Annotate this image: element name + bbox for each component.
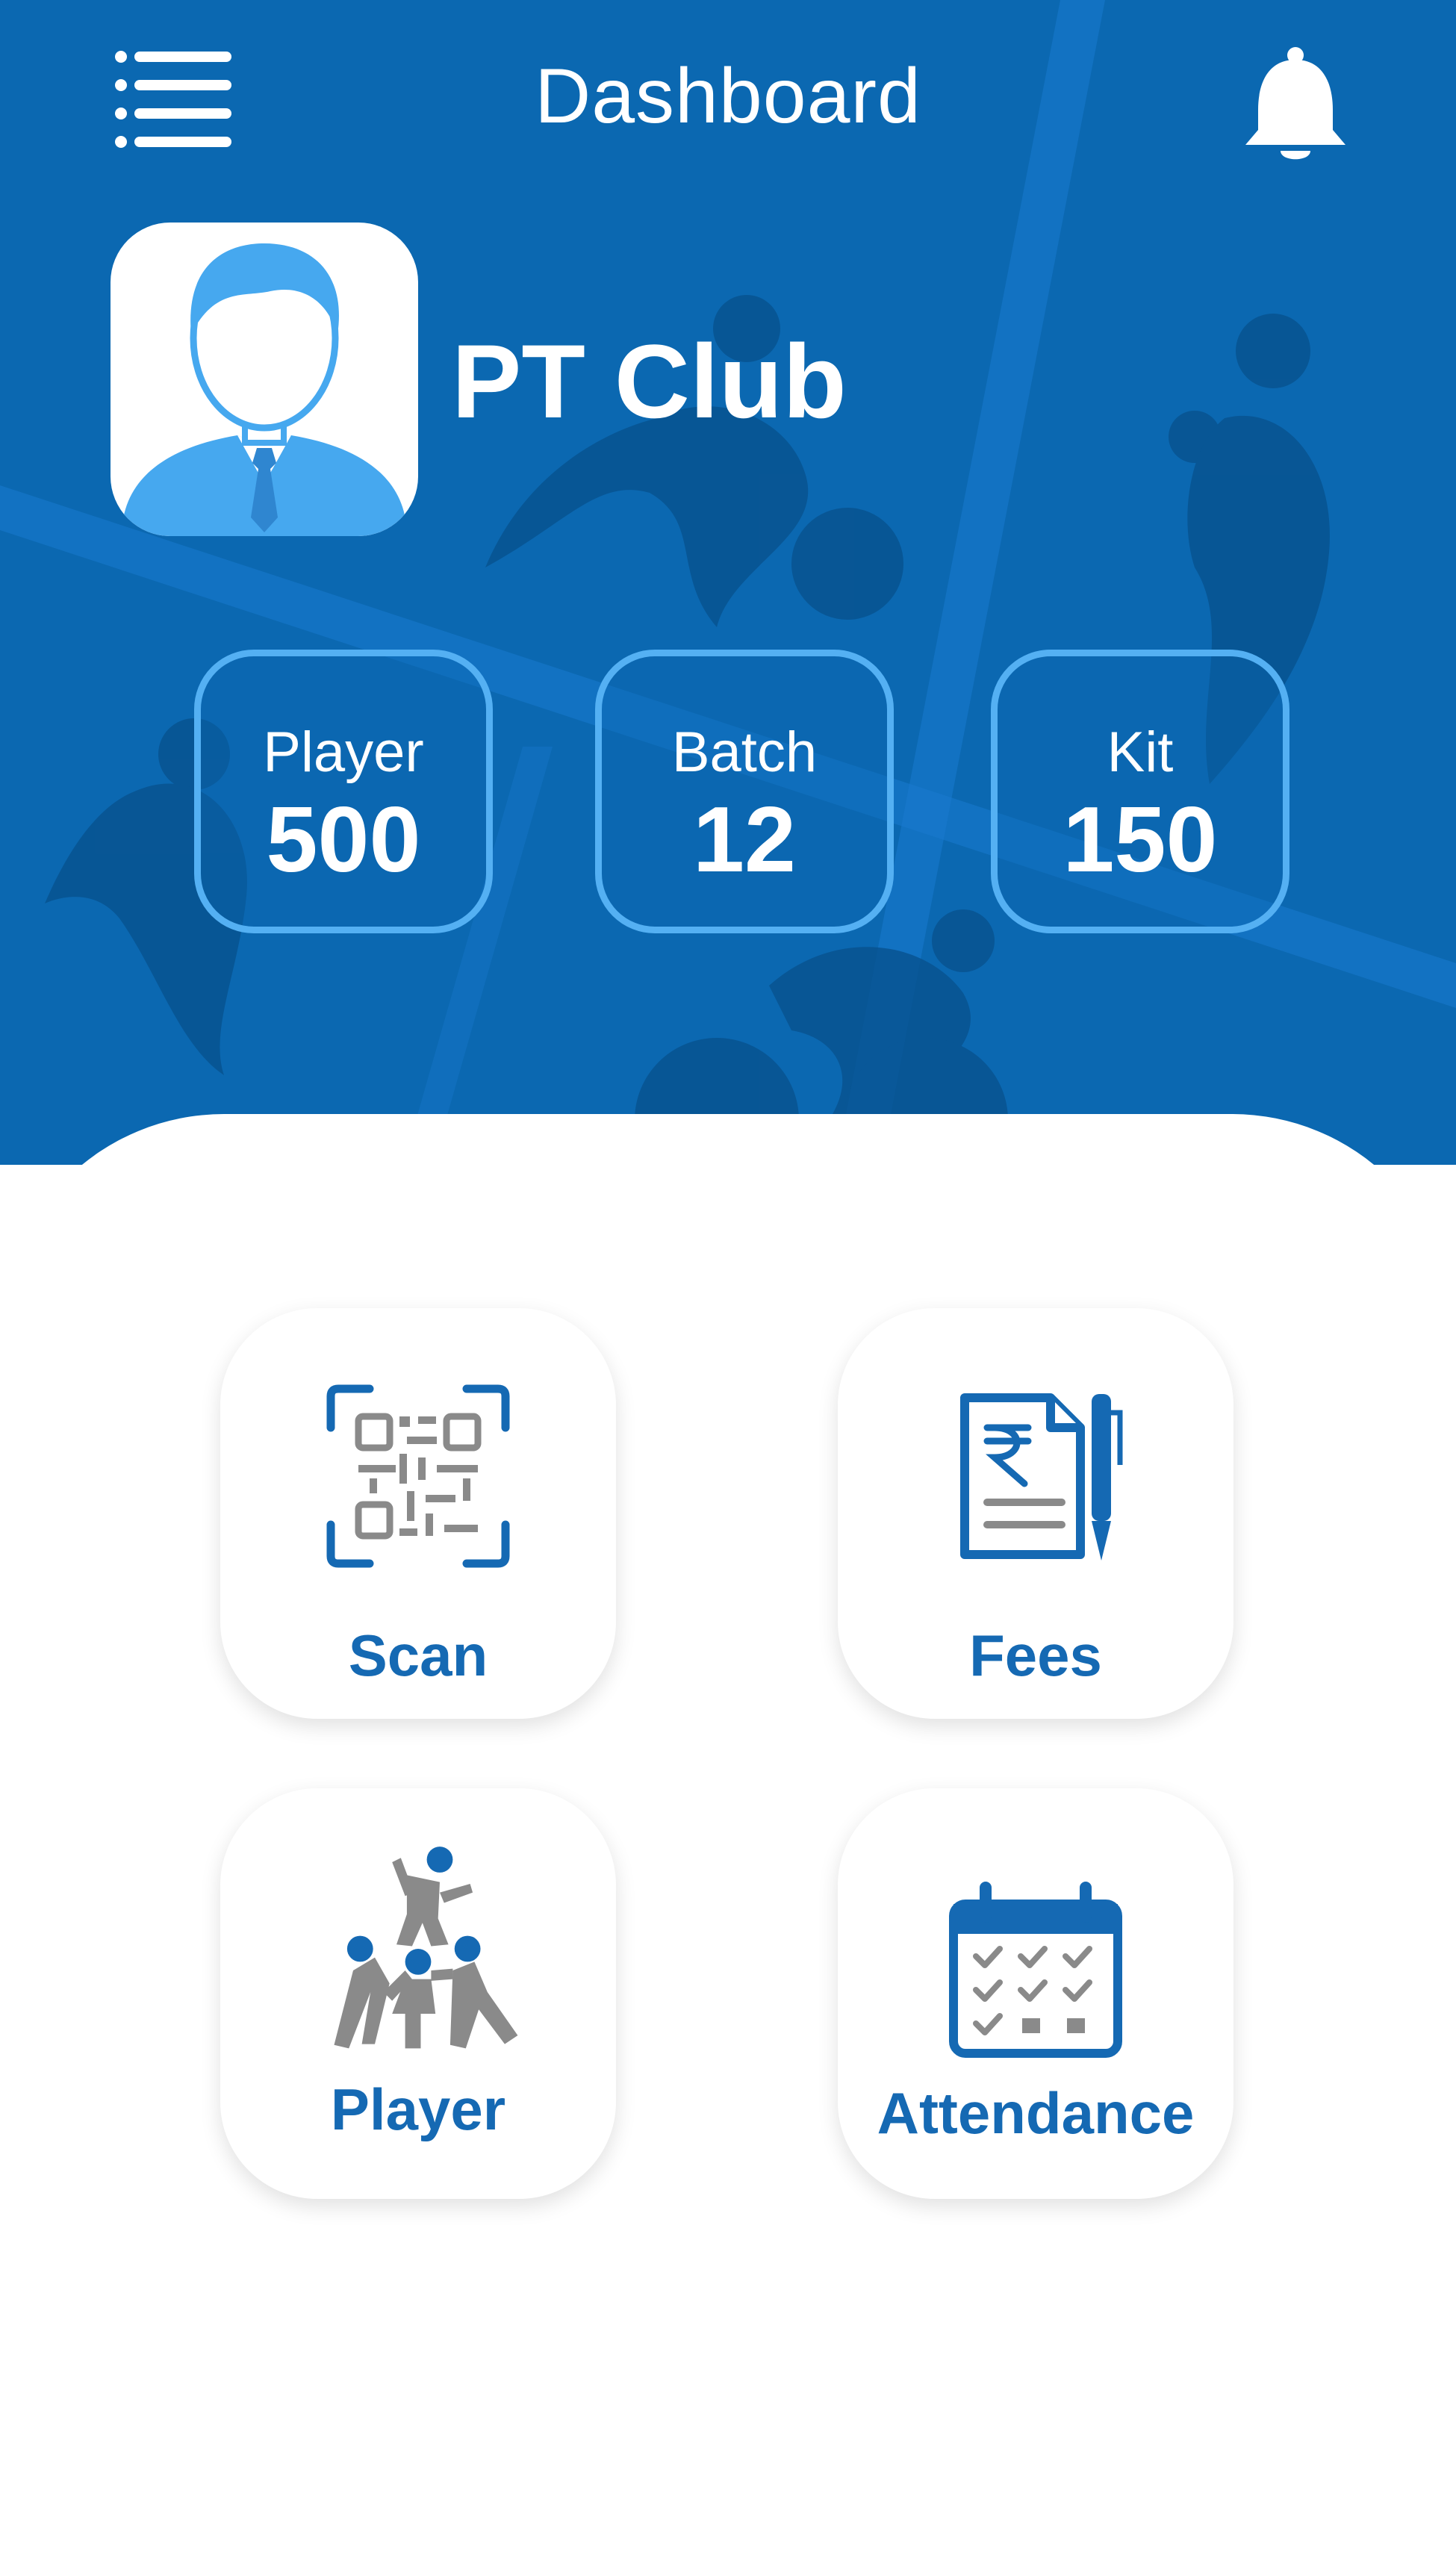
stat-value: 150 xyxy=(1063,788,1218,892)
fees-card[interactable]: Fees xyxy=(838,1308,1233,1719)
players-team-icon xyxy=(334,1847,518,2049)
stat-label: Player xyxy=(263,721,424,784)
stat-value: 500 xyxy=(266,788,421,892)
player-label: Player xyxy=(330,2076,506,2142)
stat-label: Kit xyxy=(1107,721,1174,784)
stat-card-batch[interactable]: Batch 12 xyxy=(595,650,894,933)
fees-receipt-icon xyxy=(960,1393,1123,1561)
calendar-icon xyxy=(949,1882,1122,2058)
notifications-button[interactable] xyxy=(1239,46,1351,166)
player-card[interactable]: Player xyxy=(220,1788,616,2199)
fees-label: Fees xyxy=(969,1623,1102,1688)
stat-value: 12 xyxy=(693,788,796,892)
stat-card-player[interactable]: Player 500 xyxy=(194,650,493,933)
club-name: PT Club xyxy=(452,323,847,440)
stat-card-kit[interactable]: Kit 150 xyxy=(991,650,1289,933)
scan-card[interactable]: Scan xyxy=(220,1308,616,1719)
qr-scan-icon xyxy=(326,1384,510,1568)
actions-panel: Scan Fees Player Attendance xyxy=(0,1114,1456,2576)
sports-background-art xyxy=(0,0,1456,1165)
stat-label: Batch xyxy=(671,721,818,784)
attendance-label: Attendance xyxy=(877,2080,1195,2146)
user-avatar-icon xyxy=(122,243,407,536)
dashboard-header: Dashboard PT Club Player 500 Batch 12 Ki… xyxy=(0,0,1456,1165)
scan-label: Scan xyxy=(348,1623,488,1688)
bell-icon xyxy=(1245,47,1345,160)
attendance-card[interactable]: Attendance xyxy=(838,1788,1233,2199)
profile-avatar[interactable] xyxy=(111,223,418,536)
page-title: Dashboard xyxy=(535,53,921,140)
